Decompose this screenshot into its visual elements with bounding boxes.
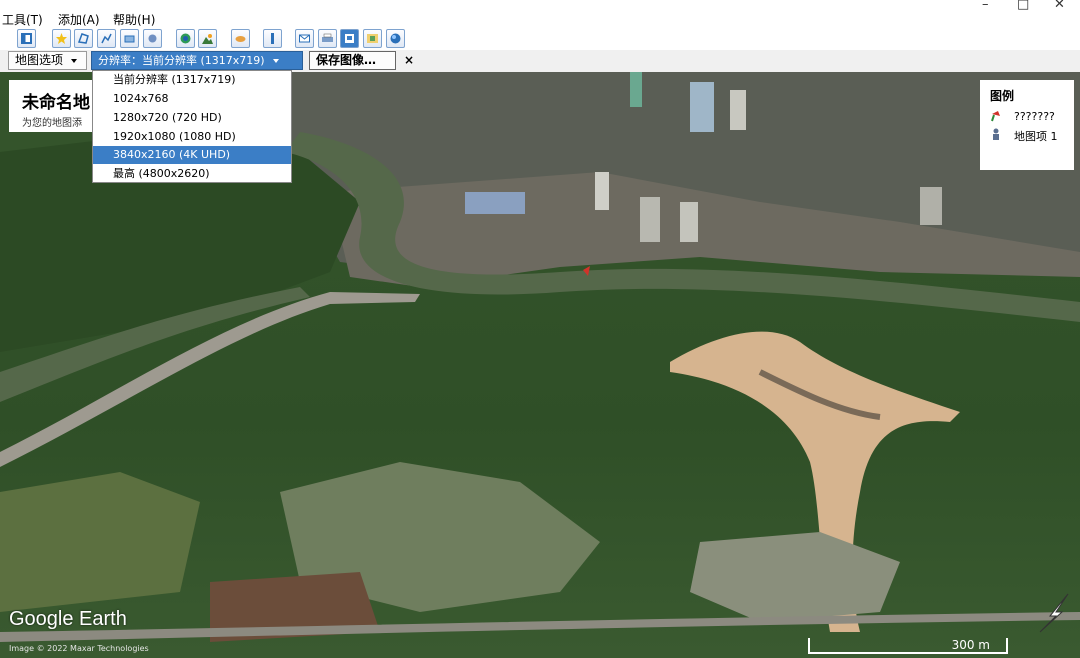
add-overlay-icon — [124, 33, 135, 44]
sidebar-toggle-button[interactable] — [17, 29, 36, 48]
imagery-credit: Image © 2022 Maxar Technologies — [9, 644, 149, 653]
ruler-icon — [267, 33, 278, 44]
add-polygon-icon — [77, 33, 89, 44]
resolution-option-1024[interactable]: 1024x768 — [93, 90, 291, 108]
compass-north-arrow-icon[interactable] — [1028, 590, 1074, 636]
resolution-option-1080hd[interactable]: 1920x1080 (1080 HD) — [93, 128, 291, 146]
toolbar — [0, 28, 1080, 50]
chevron-down-icon — [71, 58, 78, 63]
legend-item-label: 地图项 1 — [1014, 130, 1058, 143]
planets-icon — [235, 33, 246, 44]
add-polygon-button[interactable] — [74, 29, 93, 48]
menu-help[interactable]: 帮助(H) — [113, 11, 155, 28]
resolution-option-max[interactable]: 最高 (4800x2620) — [93, 165, 291, 183]
add-path-icon — [101, 33, 112, 44]
google-earth-logo: Google Earth — [9, 608, 127, 630]
save-image-button-toolbar[interactable] — [340, 29, 359, 48]
add-path-button[interactable] — [97, 29, 116, 48]
save-image-button[interactable]: 保存图像… — [309, 51, 396, 70]
map-options-label: 地图选项 — [15, 53, 64, 67]
maximize-button[interactable]: □ — [1017, 0, 1029, 12]
resolution-dropdown-menu: 当前分辨率 (1317x719) 1024x768 1280x720 (720 … — [92, 70, 292, 183]
map-title-box[interactable]: 未命名地 为您的地图添 — [9, 80, 104, 132]
sunlight-icon — [202, 33, 213, 44]
menu-add[interactable]: 添加(A) — [58, 11, 100, 28]
legend-item: 地图项 1 — [990, 128, 1058, 143]
record-tour-button[interactable] — [143, 29, 162, 48]
print-icon — [322, 33, 333, 44]
historical-imagery-icon — [180, 33, 191, 44]
tour-person-icon — [993, 128, 999, 140]
record-tour-icon — [147, 33, 158, 44]
historical-imagery-button[interactable] — [176, 29, 195, 48]
menu-tools[interactable]: 工具(T) — [2, 11, 43, 28]
add-placemark-button[interactable] — [52, 29, 71, 48]
legend-box[interactable]: 图例 ??????? 地图项 1 — [980, 80, 1074, 170]
close-save-bar-button[interactable]: × — [404, 53, 414, 67]
close-window-button[interactable]: ✕ — [1054, 0, 1065, 12]
resolution-option-720hd[interactable]: 1280x720 (720 HD) — [93, 109, 291, 127]
email-icon — [299, 33, 310, 44]
placemark-pushpin-icon — [991, 111, 1000, 122]
map-subtitle: 为您的地图添 — [22, 118, 82, 129]
legend-item-label: ??????? — [1014, 110, 1055, 123]
map-options-button[interactable]: 地图选项 — [8, 51, 87, 70]
planets-button[interactable] — [231, 29, 250, 48]
resolution-dropdown-button[interactable]: 分辨率：当前分辨率 (1317x719) — [91, 51, 303, 70]
add-placemark-icon — [56, 33, 67, 44]
sidebar-toggle-icon — [21, 33, 32, 44]
sunlight-button[interactable] — [198, 29, 217, 48]
ruler-button[interactable] — [263, 29, 282, 48]
view-in-maps-icon — [367, 33, 378, 44]
chevron-down-icon — [272, 59, 279, 63]
resolution-label: 分辨率：当前分辨率 (1317x719) — [98, 54, 265, 67]
legend-item: ??????? — [990, 110, 1055, 125]
view-in-maps-button[interactable] — [363, 29, 382, 48]
scale-bar: 300 m — [808, 638, 1008, 654]
google-earth-button[interactable] — [386, 29, 405, 48]
resolution-option-4k[interactable]: 3840x2160 (4K UHD) — [93, 146, 291, 164]
resolution-option-current[interactable]: 当前分辨率 (1317x719) — [93, 71, 291, 89]
minimize-button[interactable]: – — [982, 0, 989, 12]
add-overlay-button[interactable] — [120, 29, 139, 48]
legend-title: 图例 — [990, 89, 1015, 103]
print-button[interactable] — [318, 29, 337, 48]
scale-label: 300 m — [951, 638, 990, 652]
google-earth-icon — [390, 33, 401, 44]
email-button[interactable] — [295, 29, 314, 48]
map-title: 未命名地 — [22, 93, 90, 113]
menubar: 工具(T) 添加(A) 帮助(H) – □ ✕ — [0, 0, 1080, 28]
save-image-icon — [344, 33, 355, 44]
